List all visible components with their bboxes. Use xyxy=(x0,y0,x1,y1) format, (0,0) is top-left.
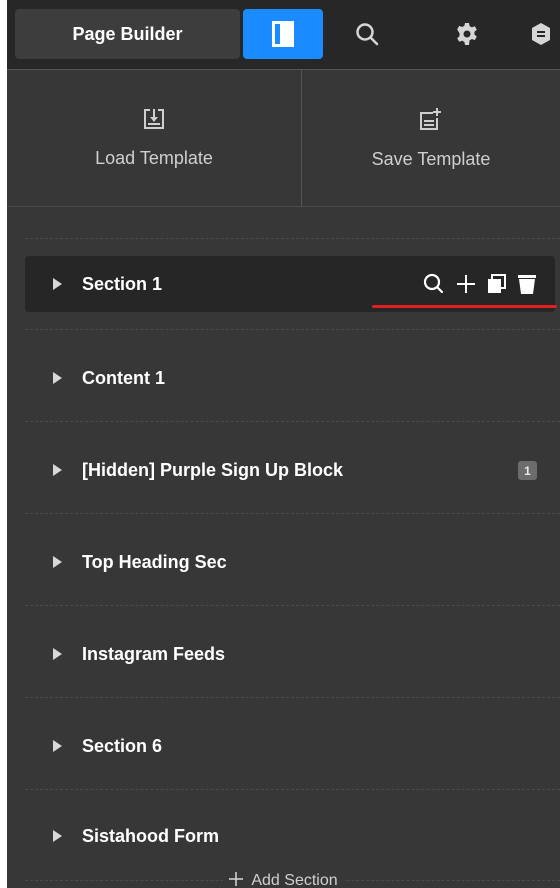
page-builder-label: Page Builder xyxy=(72,23,183,44)
section-row-section-6[interactable]: Section 6 xyxy=(25,718,555,774)
section-row-instagram-feeds[interactable]: Instagram Feeds xyxy=(25,626,555,682)
add-section-button[interactable]: Add Section xyxy=(223,871,344,888)
section-actions xyxy=(423,272,537,296)
plus-icon xyxy=(229,871,244,888)
load-template-label: Load Template xyxy=(95,147,213,168)
page-builder-panel: Page Builder Load Template Save Template… xyxy=(7,0,560,888)
save-template-icon xyxy=(420,107,442,135)
trash-icon[interactable] xyxy=(517,273,537,295)
highlight-underline xyxy=(372,305,557,308)
save-template-button[interactable]: Save Template xyxy=(302,70,560,207)
expand-caret-icon[interactable] xyxy=(53,648,62,660)
section-row-content-1[interactable]: Content 1 xyxy=(25,350,555,406)
count-badge: 1 xyxy=(518,461,537,480)
save-template-label: Save Template xyxy=(371,148,491,169)
expand-caret-icon[interactable] xyxy=(53,372,62,384)
search-icon[interactable] xyxy=(423,273,445,295)
section-row-sistahood-form[interactable]: Sistahood Form xyxy=(25,808,555,864)
section-label: [Hidden] Purple Sign Up Block xyxy=(82,459,344,480)
layout-panel-button[interactable] xyxy=(243,9,323,59)
divider xyxy=(25,421,560,422)
settings-button[interactable] xyxy=(427,9,507,59)
top-toolbar: Page Builder xyxy=(7,0,560,69)
expand-caret-icon[interactable] xyxy=(53,556,62,568)
section-label: Section 6 xyxy=(82,735,163,756)
expand-caret-icon[interactable] xyxy=(53,830,62,842)
section-label: Top Heading Sec xyxy=(82,551,227,572)
template-actions: Load Template Save Template xyxy=(7,69,560,207)
section-row-section-1[interactable]: Section 1 xyxy=(25,256,555,312)
section-label: Instagram Feeds xyxy=(82,643,226,664)
plus-icon[interactable] xyxy=(455,273,477,295)
layout-panel-icon xyxy=(272,21,294,47)
load-template-button[interactable]: Load Template xyxy=(7,70,302,207)
divider xyxy=(25,513,560,514)
section-label: Content 1 xyxy=(82,367,165,388)
duplicate-icon[interactable] xyxy=(487,274,507,294)
gear-icon xyxy=(455,22,479,46)
expand-caret-icon[interactable] xyxy=(53,278,62,290)
add-section-wrapper: Add Section xyxy=(7,870,560,888)
settings-extra-icon xyxy=(532,23,550,45)
divider xyxy=(25,329,560,330)
load-template-icon xyxy=(144,108,164,134)
divider xyxy=(25,238,560,239)
divider xyxy=(25,789,560,790)
divider xyxy=(25,605,560,606)
page-builder-button[interactable]: Page Builder xyxy=(15,9,240,59)
expand-caret-icon[interactable] xyxy=(53,740,62,752)
section-row-purple-sign-up-block[interactable]: [Hidden] Purple Sign Up Block 1 xyxy=(25,442,555,498)
section-label: Sistahood Form xyxy=(82,825,220,846)
divider xyxy=(25,697,560,698)
search-icon xyxy=(355,22,379,46)
extra-settings-button[interactable] xyxy=(512,9,560,59)
add-section-label: Add Section xyxy=(251,872,338,888)
search-button[interactable] xyxy=(327,9,407,59)
section-row-top-heading-sec[interactable]: Top Heading Sec xyxy=(25,534,555,590)
expand-caret-icon[interactable] xyxy=(53,464,62,476)
